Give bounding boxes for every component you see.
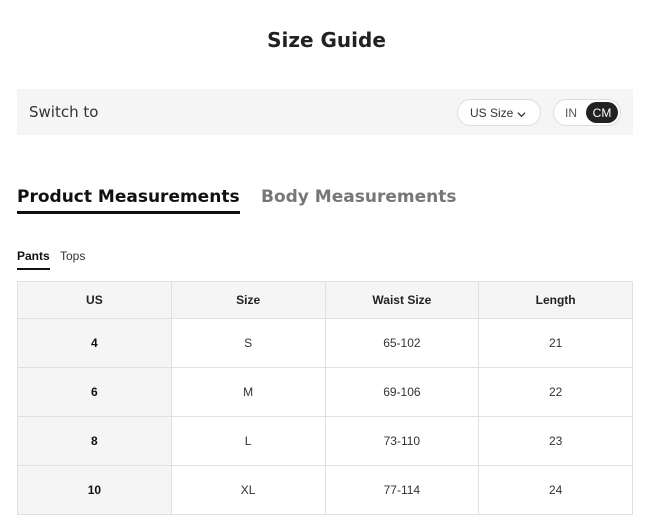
column-header-waist-size: Waist Size [324, 281, 480, 319]
table-row: 8 L 73-110 23 [17, 416, 633, 466]
subtab-pants[interactable]: Pants [17, 249, 50, 270]
size-table: US Size Waist Size Length 4 S 65-102 21 … [17, 281, 633, 515]
switch-to-label: Switch to [29, 103, 99, 121]
column-header-us: US [17, 281, 172, 319]
table-cell-length: 23 [478, 416, 633, 466]
table-cell-waist: 65-102 [324, 318, 480, 368]
page-title: Size Guide [267, 28, 386, 52]
subtab-tops[interactable]: Tops [60, 249, 85, 268]
table-cell-us: 4 [17, 318, 172, 368]
table-row: 10 XL 77-114 24 [17, 465, 633, 515]
unit-toggle: IN CM [553, 99, 621, 126]
table-cell-us: 8 [17, 416, 172, 466]
column-header-length: Length [478, 281, 633, 319]
table-row: 4 S 65-102 21 [17, 318, 633, 368]
table-cell-waist: 73-110 [324, 416, 480, 466]
table-cell-length: 24 [478, 465, 633, 515]
table-cell-size: M [170, 367, 326, 417]
size-system-select[interactable]: US Size [457, 99, 541, 126]
tab-body-measurements[interactable]: Body Measurements [261, 187, 456, 211]
table-header-row: US Size Waist Size Length [17, 281, 633, 319]
table-cell-us: 6 [17, 367, 172, 417]
unit-cm-button[interactable]: CM [586, 102, 618, 123]
table-cell-length: 22 [478, 367, 633, 417]
table-row: 6 M 69-106 22 [17, 367, 633, 417]
table-cell-size: L [170, 416, 326, 466]
chevron-down-icon [517, 108, 526, 122]
tab-product-measurements[interactable]: Product Measurements [17, 187, 240, 214]
table-cell-size: XL [170, 465, 326, 515]
size-select-value: US Size [470, 105, 514, 120]
table-cell-size: S [170, 318, 326, 368]
table-cell-us: 10 [17, 465, 172, 515]
table-cell-waist: 77-114 [324, 465, 480, 515]
table-cell-length: 21 [478, 318, 633, 368]
unit-in-button[interactable]: IN [556, 102, 586, 123]
column-header-size: Size [170, 281, 326, 319]
table-cell-waist: 69-106 [324, 367, 480, 417]
unit-switch-bar: Switch to US Size IN CM [17, 89, 633, 135]
